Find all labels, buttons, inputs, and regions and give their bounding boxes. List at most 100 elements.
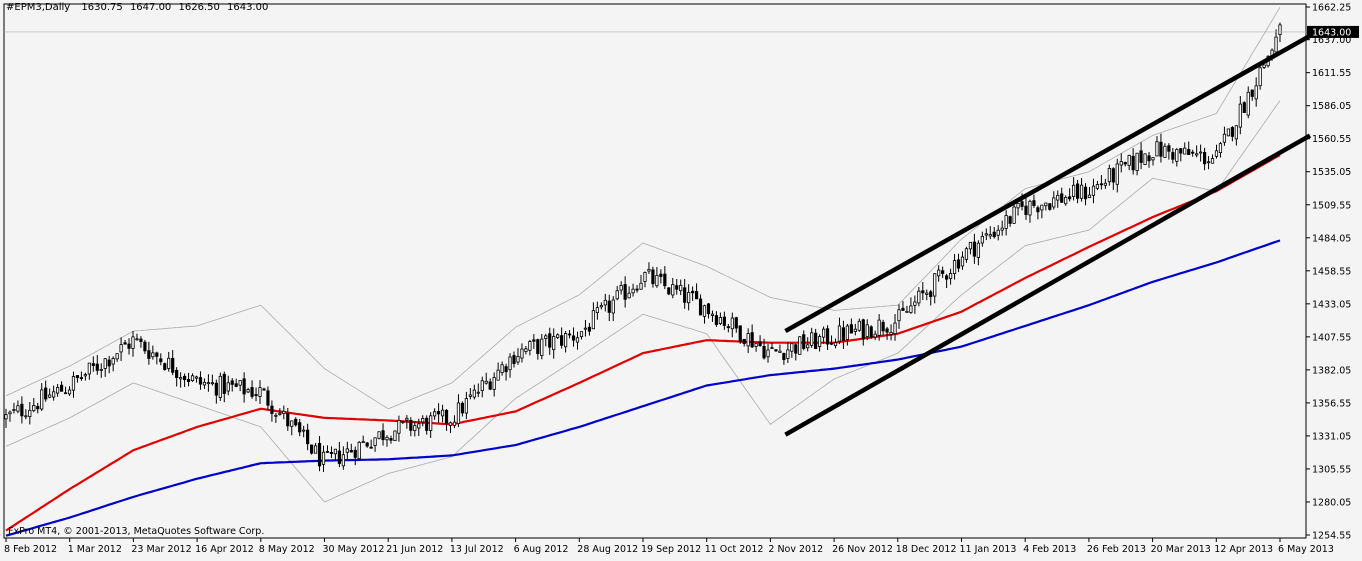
candle-body xyxy=(440,409,445,417)
candle-body xyxy=(262,388,266,391)
candle-body xyxy=(1159,141,1163,157)
price-chart[interactable]: 1662.251637.001611.551586.051560.551535.… xyxy=(0,0,1362,557)
candle-body xyxy=(988,234,992,237)
candle-body xyxy=(1230,127,1234,137)
candle-body xyxy=(794,344,798,354)
candle-body xyxy=(397,419,401,434)
candle-body xyxy=(365,442,369,447)
candle-body xyxy=(837,325,842,342)
price-tick-label: 1305.55 xyxy=(1312,464,1351,475)
candle-body xyxy=(222,373,226,394)
candle-body xyxy=(524,348,528,352)
candle-body xyxy=(258,387,262,397)
candle-body xyxy=(921,290,925,294)
candle-body xyxy=(206,382,211,385)
candle-body xyxy=(1012,206,1016,224)
candle-body xyxy=(294,418,298,426)
candle-body xyxy=(234,383,238,387)
candle-body xyxy=(893,322,897,335)
time-tick-label: 30 May 2012 xyxy=(323,544,385,555)
candle-body xyxy=(821,328,826,338)
price-tick-label: 1611.55 xyxy=(1312,68,1351,79)
price-tick-label: 1382.05 xyxy=(1312,365,1351,376)
candle-body xyxy=(421,418,425,423)
candle-body xyxy=(964,248,969,260)
chart-area[interactable]: 1662.25 1637.00 1611.55 1586.05 1560.55 1535.… xyxy=(0,0,1362,557)
candle-body xyxy=(401,421,405,423)
candle-body xyxy=(115,353,119,360)
candle-body xyxy=(849,324,853,334)
candle-body xyxy=(1226,128,1231,137)
candle-body xyxy=(274,414,278,417)
candle-body xyxy=(631,288,635,294)
candle-body xyxy=(945,275,949,280)
candle-body xyxy=(575,337,580,343)
candle-body xyxy=(456,402,461,425)
candle-body xyxy=(175,369,179,378)
candle-body xyxy=(349,449,353,453)
candle-body xyxy=(254,394,258,396)
candle-body xyxy=(8,411,12,415)
time-tick-label: 6 May 2013 xyxy=(1278,544,1334,555)
candle-body xyxy=(290,420,294,427)
candle-body xyxy=(468,394,472,397)
candle-body xyxy=(956,259,961,269)
candle-body xyxy=(913,301,917,306)
price-tick-label: 1433.05 xyxy=(1312,299,1351,310)
candle-body xyxy=(948,273,953,279)
candle-body xyxy=(1175,149,1179,162)
ohlc-values: 1630.75 1647.00 1626.50 1643.00 xyxy=(81,2,272,13)
candle-body xyxy=(512,355,516,364)
price-axis: 1662.251637.001611.551586.051560.551535.… xyxy=(1306,3,1351,542)
candle-body xyxy=(119,344,123,353)
candle-body xyxy=(671,284,675,296)
candle-body xyxy=(599,305,603,308)
time-tick-label: 13 Jul 2012 xyxy=(450,544,504,555)
candle-body xyxy=(448,422,453,426)
price-tick-label: 1484.05 xyxy=(1312,233,1351,244)
candle-body xyxy=(1246,91,1250,116)
candle-body xyxy=(917,290,921,304)
candle-body xyxy=(147,350,151,359)
candle-body xyxy=(238,380,242,386)
candle-body xyxy=(536,339,540,355)
candle-body xyxy=(698,298,703,316)
candle-body xyxy=(1123,162,1127,165)
candle-body xyxy=(75,375,80,379)
candle-body xyxy=(766,349,770,358)
candle-body xyxy=(623,284,627,300)
candle-body xyxy=(651,269,655,285)
price-tick-label: 1458.55 xyxy=(1312,266,1351,277)
time-tick-label: 8 May 2012 xyxy=(259,544,315,555)
candle-body xyxy=(1103,182,1107,186)
candle-body xyxy=(1135,152,1139,171)
candle-body xyxy=(95,363,99,371)
candle-body xyxy=(1024,205,1028,215)
candle-body xyxy=(742,338,746,345)
candle-body xyxy=(1095,184,1100,189)
candle-body xyxy=(313,445,318,454)
candle-body xyxy=(679,284,683,292)
candle-body xyxy=(123,342,127,345)
candle-body xyxy=(1254,85,1258,100)
candle-body xyxy=(853,328,857,332)
candle-body xyxy=(746,333,750,347)
candle-body xyxy=(369,446,373,449)
candle-body xyxy=(901,307,905,311)
candle-body xyxy=(63,392,68,395)
candle-body xyxy=(179,377,183,380)
candle-body xyxy=(627,292,631,299)
candle-body xyxy=(1044,202,1048,207)
candle-body xyxy=(865,324,869,337)
candle-body xyxy=(833,342,838,347)
candle-body xyxy=(635,288,639,291)
low-value: 1626.50 xyxy=(178,2,220,13)
candle-body xyxy=(52,391,56,398)
candle-body xyxy=(714,315,719,325)
candle-body xyxy=(583,327,588,330)
candle-body xyxy=(504,366,508,373)
candle-body xyxy=(361,441,365,444)
candle-body xyxy=(107,359,111,367)
candle-body xyxy=(603,299,607,306)
candle-body xyxy=(40,389,44,410)
